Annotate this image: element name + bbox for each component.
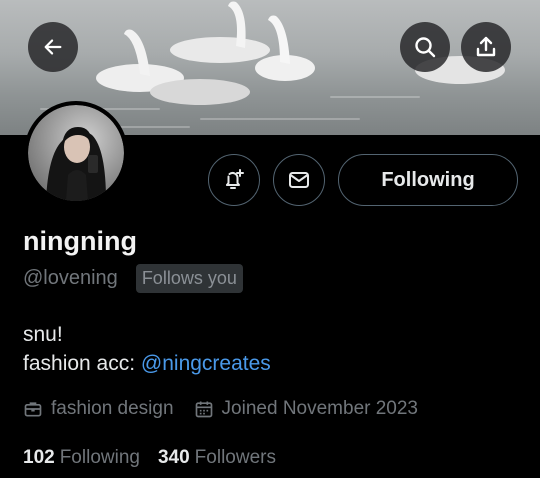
- swan-illustration: [150, 79, 250, 105]
- calendar-icon: [195, 401, 212, 418]
- share-button[interactable]: [461, 22, 511, 72]
- display-name: ningning: [23, 226, 137, 256]
- share-icon: [476, 36, 496, 57]
- briefcase-icon: [24, 402, 42, 417]
- follow-stats: 102 Following 340 Followers: [23, 445, 294, 471]
- follows-you-badge: Follows you: [135, 263, 243, 293]
- following-stat[interactable]: 102 Following: [23, 447, 140, 469]
- avatar[interactable]: [24, 101, 128, 205]
- joined-item: Joined November 2023: [194, 398, 418, 420]
- followers-stat[interactable]: 340 Followers: [158, 447, 276, 469]
- category-label: fashion design: [51, 398, 174, 419]
- bio-line: fashion acc: @ningcreates: [23, 349, 271, 378]
- mention-link[interactable]: @ningcreates: [141, 352, 271, 375]
- followers-count: 340: [157, 447, 190, 468]
- search-icon: [415, 37, 436, 58]
- following-label: Following: [59, 447, 140, 468]
- notifications-button[interactable]: [208, 154, 260, 206]
- search-button[interactable]: [400, 22, 450, 72]
- arrow-left-icon: [44, 39, 62, 55]
- followers-label: Followers: [194, 447, 276, 468]
- bio-text: fashion acc:: [23, 352, 141, 375]
- envelope-icon: [289, 172, 309, 188]
- handle-row: @lovening Follows you: [23, 262, 243, 294]
- profile-meta: fashion design Joined November 2023: [23, 396, 438, 422]
- following-button[interactable]: Following: [338, 154, 518, 206]
- handle: @lovening: [23, 266, 118, 289]
- back-button[interactable]: [28, 22, 78, 72]
- bell-plus-icon: [226, 169, 244, 189]
- message-button[interactable]: [273, 154, 325, 206]
- bio-line: snu!: [23, 323, 63, 346]
- avatar-person-illustration: [46, 127, 106, 201]
- category-item: fashion design: [23, 398, 174, 420]
- joined-label: Joined November 2023: [221, 398, 419, 419]
- following-count: 102: [23, 447, 55, 468]
- avatar-photo: [28, 105, 124, 201]
- bio: snu! fashion acc: @ningcreates: [23, 320, 271, 378]
